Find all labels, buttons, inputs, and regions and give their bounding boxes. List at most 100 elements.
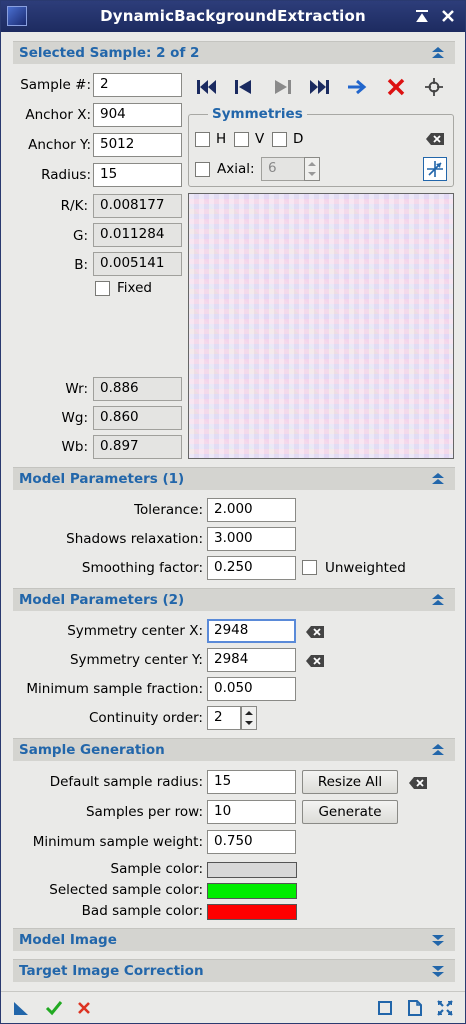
section-sample-generation[interactable]: Sample Generation	[13, 738, 455, 761]
last-sample-icon	[310, 80, 329, 94]
bad-sample-color-label: Bad sample color:	[81, 903, 203, 919]
sample-color-swatch[interactable]	[207, 862, 297, 878]
axial-checkbox[interactable]	[195, 162, 210, 177]
minimum-sample-fraction-field[interactable]: 0.050	[207, 677, 296, 701]
previous-sample-icon[interactable]	[235, 79, 253, 95]
shade-icon[interactable]	[413, 7, 431, 25]
wr-label: Wr:	[65, 381, 88, 397]
browse-documentation-icon[interactable]	[377, 1000, 393, 1016]
symmetry-h-checkbox[interactable]	[195, 132, 210, 147]
smoothing-factor-label: Smoothing factor:	[81, 560, 203, 576]
symmetries-title: Symmetries	[208, 106, 307, 122]
tolerance-field[interactable]: 2.000	[207, 498, 296, 522]
continuity-order-field[interactable]: 2	[207, 706, 241, 730]
minimum-sample-fraction-label: Minimum sample fraction:	[26, 681, 203, 697]
first-sample-icon[interactable]	[197, 79, 217, 95]
section-title: Model Image	[19, 932, 117, 948]
symmetry-center-icon[interactable]	[423, 157, 447, 181]
expand-collapse-icon[interactable]	[437, 1000, 453, 1016]
minimum-sample-weight-field[interactable]: 0.750	[207, 830, 296, 854]
sample-color-label: Sample color:	[110, 861, 203, 877]
section-model-params-1[interactable]: Model Parameters (1)	[13, 467, 455, 490]
selected-sample-color-swatch[interactable]	[207, 883, 297, 899]
reset-icon[interactable]	[407, 1000, 423, 1016]
continuity-order-spinner[interactable]	[241, 706, 257, 730]
bottom-toolbar	[1, 991, 465, 1023]
shadows-relaxation-label: Shadows relaxation:	[66, 531, 203, 547]
section-title: Target Image Correction	[19, 963, 204, 979]
samples-per-row-field[interactable]: 10	[207, 800, 296, 824]
collapse-icon[interactable]	[431, 46, 445, 60]
anchor-x-label: Anchor X:	[25, 107, 91, 123]
symmetry-v-checkbox[interactable]	[234, 132, 249, 147]
g-label: G:	[72, 228, 88, 244]
fixed-checkbox[interactable]	[95, 281, 110, 296]
axial-label: Axial:	[217, 161, 255, 177]
close-window-icon[interactable]	[439, 7, 457, 25]
anchor-x-field[interactable]: 904	[93, 103, 182, 127]
collapse-icon[interactable]	[431, 472, 445, 486]
symmetry-d-label: D	[293, 131, 304, 147]
expand-icon[interactable]	[431, 964, 445, 978]
delete-sample-icon[interactable]	[387, 78, 405, 96]
apply-icon[interactable]	[45, 1000, 63, 1016]
default-sample-radius-label: Default sample radius:	[49, 774, 203, 790]
title-bar[interactable]: DynamicBackgroundExtraction	[1, 1, 465, 32]
tolerance-label: Tolerance:	[134, 502, 203, 518]
resize-all-button[interactable]: Resize All	[302, 770, 398, 794]
samples-per-row-label: Samples per row:	[85, 804, 203, 820]
collapse-icon[interactable]	[431, 593, 445, 607]
section-title: Model Parameters (1)	[19, 471, 185, 487]
symmetry-center-y-label: Symmetry center Y:	[69, 652, 203, 668]
rk-value: 0.008177	[93, 194, 182, 218]
wg-label: Wg:	[61, 410, 88, 426]
smoothing-factor-field[interactable]: 0.250	[207, 556, 296, 580]
next-sample-icon	[275, 80, 291, 94]
clear-symmetry-y-icon[interactable]	[305, 654, 325, 668]
go-to-sample-icon[interactable]	[347, 79, 367, 95]
symmetry-v-label: V	[255, 131, 265, 147]
symmetry-center-x-field[interactable]: 2948	[207, 619, 296, 643]
fixed-label: Fixed	[117, 280, 152, 296]
symmetry-center-y-field[interactable]: 2984	[207, 648, 296, 672]
axial-spinner[interactable]	[304, 157, 320, 181]
section-title: Model Parameters (2)	[19, 592, 185, 608]
dbe-window: DynamicBackgroundExtraction Selected Sam…	[0, 0, 466, 1024]
section-model-image[interactable]: Model Image	[13, 928, 455, 951]
bad-sample-color-swatch[interactable]	[207, 904, 297, 920]
shadows-relaxation-field[interactable]: 3.000	[207, 527, 296, 551]
symmetry-center-x-label: Symmetry center X:	[67, 623, 203, 639]
expand-icon[interactable]	[431, 933, 445, 947]
crosshair-icon[interactable]	[425, 78, 443, 96]
collapse-icon[interactable]	[431, 743, 445, 757]
reset-radius-icon[interactable]	[408, 776, 428, 790]
cancel-icon[interactable]	[77, 1001, 91, 1015]
clear-symmetries-icon[interactable]	[425, 132, 445, 146]
section-target-image-correction[interactable]: Target Image Correction	[13, 959, 455, 982]
rk-label: R/K:	[60, 198, 88, 214]
g-value: 0.011284	[93, 223, 182, 247]
new-instance-icon[interactable]	[13, 1000, 29, 1016]
continuity-order-label: Continuity order:	[88, 710, 203, 726]
symmetry-h-label: H	[216, 131, 227, 147]
default-sample-radius-field[interactable]: 15	[207, 770, 296, 794]
radius-field[interactable]: 15	[93, 163, 182, 187]
generate-button[interactable]: Generate	[302, 800, 398, 824]
wr-value: 0.886	[93, 377, 182, 401]
anchor-y-field[interactable]: 5012	[93, 133, 182, 157]
unweighted-label: Unweighted	[325, 560, 406, 576]
window-title: DynamicBackgroundExtraction	[100, 7, 366, 25]
section-selected-sample[interactable]: Selected Sample: 2 of 2	[13, 41, 455, 64]
b-label: B:	[74, 257, 88, 273]
b-value: 0.005141	[93, 252, 182, 276]
clear-symmetry-x-icon[interactable]	[305, 625, 325, 639]
sample-preview-image	[188, 193, 454, 459]
sample-number-label: Sample #:	[20, 77, 91, 93]
sample-number-field[interactable]: 2	[93, 73, 182, 97]
unweighted-checkbox[interactable]	[302, 560, 317, 575]
section-model-params-2[interactable]: Model Parameters (2)	[13, 588, 455, 611]
wg-value: 0.860	[93, 406, 182, 430]
symmetry-d-checkbox[interactable]	[272, 132, 287, 147]
axial-field[interactable]: 6	[261, 157, 305, 181]
anchor-y-label: Anchor Y:	[28, 137, 91, 153]
